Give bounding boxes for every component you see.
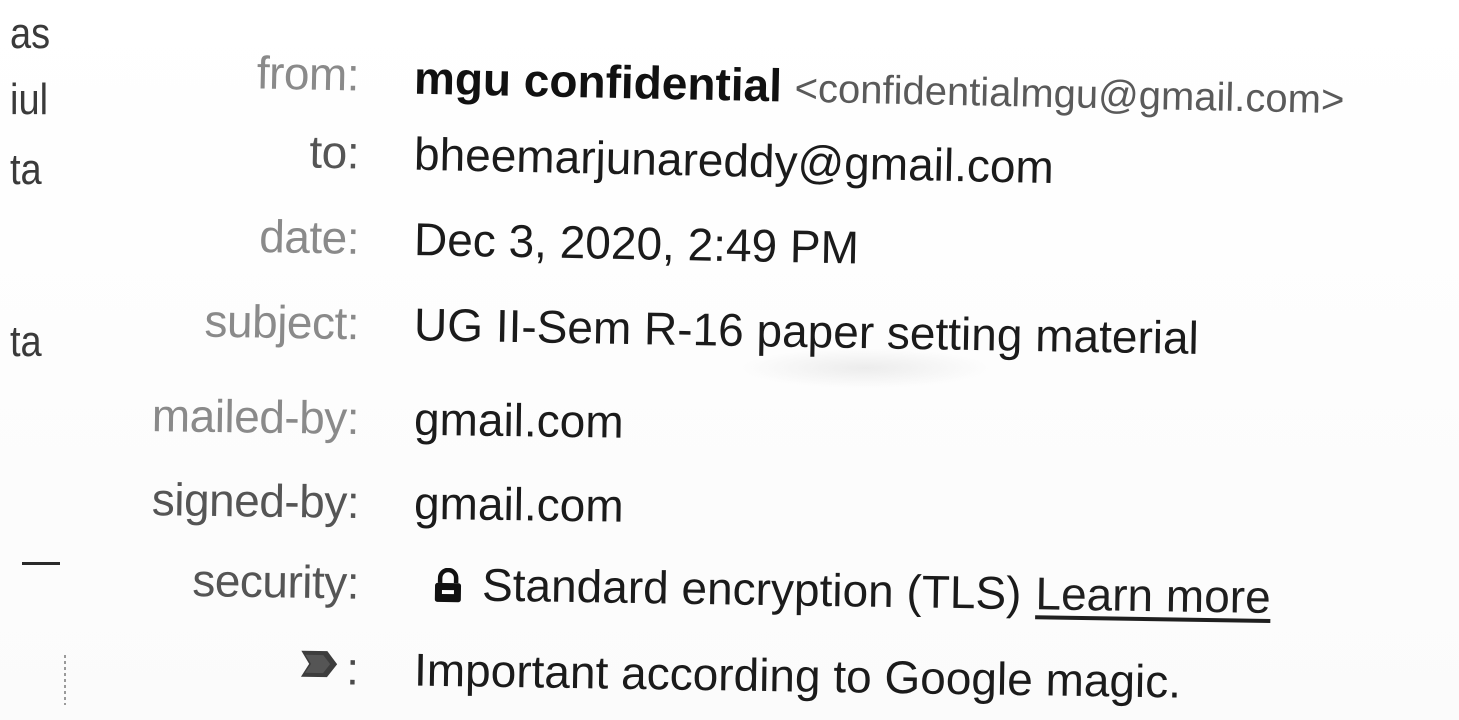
from-label: from:	[256, 46, 360, 101]
details-row-subject: subject: UG II-Sem R-16 paper setting ma…	[0, 290, 1459, 385]
message-details-table: from: mgu confidential <confidentialmgu@…	[0, 0, 1459, 720]
email-details-page: as iul ta ta from: mgu confidential <con…	[0, 0, 1459, 720]
details-row-signed-by: signed-by: gmail.com	[0, 470, 1459, 560]
subject-value: UG II-Sem R-16 paper setting material	[413, 298, 1200, 364]
subject-label: subject:	[204, 294, 360, 350]
importance-value: Important according to Google magic.	[413, 643, 1182, 708]
details-row-importance: : Important according to Google magic.	[0, 636, 1459, 720]
mailed-by-value: gmail.com	[413, 392, 625, 448]
security-value: Standard encryption (TLS) Learn more	[414, 557, 1271, 624]
to-label: to:	[308, 125, 360, 179]
details-row-mailed-by: mailed-by: gmail.com	[0, 386, 1459, 476]
from-value: mgu confidential <confidentialmgu@gmail.…	[413, 51, 1344, 124]
sender-name[interactable]: mgu confidential	[413, 52, 782, 112]
security-text: Standard encryption (TLS)	[481, 558, 1022, 620]
details-row-date: date: Dec 3, 2020, 2:49 PM	[0, 204, 1459, 302]
signed-by-value: gmail.com	[413, 476, 625, 532]
signed-by-label: signed-by:	[151, 473, 360, 529]
learn-more-link[interactable]: Learn more	[1035, 567, 1271, 623]
details-row-security: security: Standard encryption (TLS) Learn…	[0, 550, 1459, 643]
date-value: Dec 3, 2020, 2:49 PM	[413, 212, 860, 274]
to-value[interactable]: bheemarjunareddy@gmail.com	[414, 127, 1055, 194]
lock-icon	[434, 567, 462, 603]
date-label: date:	[258, 209, 360, 264]
security-label: security:	[191, 554, 360, 609]
mailed-by-label: mailed-by:	[151, 389, 360, 445]
importance-colon: :	[345, 642, 360, 695]
sender-address: <confidentialmgu@gmail.com>	[794, 66, 1345, 123]
important-marker-icon[interactable]	[297, 647, 342, 682]
